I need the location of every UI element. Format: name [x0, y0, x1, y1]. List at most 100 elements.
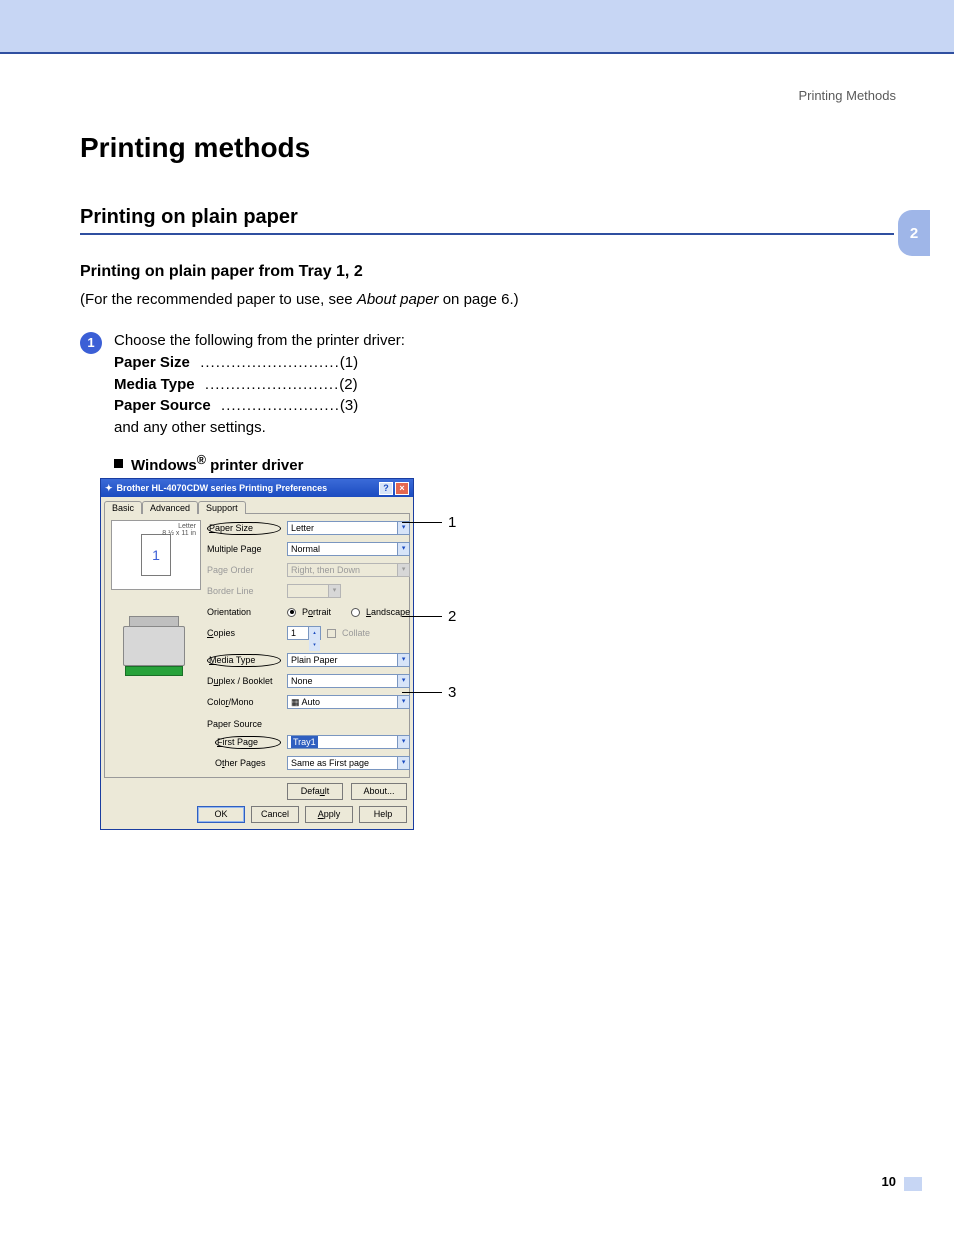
row-multiple-page: Multiple Page Normal ▾ — [207, 541, 410, 557]
border-line-select: ▾ — [287, 584, 341, 598]
titlebar: ✦ Brother HL-4070CDW series Printing Pre… — [101, 479, 413, 497]
ok-button[interactable]: OK — [197, 806, 245, 823]
row-page-order: Page Order Right, then Down ▾ — [207, 562, 410, 578]
first-page-select[interactable]: Tray1 ▾ — [287, 735, 410, 749]
copies-label: Copies — [207, 628, 281, 638]
leader-dots: ........................... — [190, 352, 340, 374]
dropdown-arrow-icon: ▾ — [397, 696, 409, 708]
setting-label: Paper Source — [114, 395, 211, 417]
cancel-button[interactable]: Cancel — [251, 806, 299, 823]
media-type-label: Media Type — [207, 654, 281, 667]
step-badge: 1 — [80, 332, 102, 354]
apply-button[interactable]: Apply — [305, 806, 353, 823]
portrait-radio[interactable] — [287, 608, 296, 617]
registered-mark: ® — [197, 453, 206, 467]
paper-size-select[interactable]: Letter ▾ — [287, 521, 410, 535]
collate-checkbox — [327, 629, 336, 638]
media-type-select[interactable]: Plain Paper ▾ — [287, 653, 410, 667]
subsection-heading: Printing on plain paper from Tray 1, 2 — [80, 263, 894, 281]
row-border-line: Border Line ▾ — [207, 583, 410, 599]
close-button[interactable]: × — [395, 482, 409, 495]
dropdown-arrow-icon: ▾ — [397, 736, 409, 748]
page-order-value: Right, then Down — [291, 565, 360, 575]
top-band — [0, 0, 954, 54]
intro-post: on page 6.) — [443, 291, 519, 308]
driver-heading-text: Windows® printer driver — [131, 453, 303, 474]
printing-preferences-dialog: ✦ Brother HL-4070CDW series Printing Pre… — [100, 478, 414, 830]
step-tail: and any other settings. — [114, 417, 405, 439]
row-duplex: Duplex / Booklet None ▾ — [207, 673, 410, 689]
sub-button-row: Default About... — [101, 778, 413, 800]
chapter-thumb-tab: 2 — [898, 210, 930, 256]
setting-num: (2) — [339, 374, 357, 396]
help-button[interactable]: ? — [379, 482, 393, 495]
row-media-type: Media Type Plain Paper ▾ — [207, 652, 410, 668]
help-button-bottom[interactable]: Help — [359, 806, 407, 823]
other-pages-select[interactable]: Same as First page ▾ — [287, 756, 410, 770]
other-pages-value: Same as First page — [291, 758, 369, 768]
callout-line-2 — [402, 616, 442, 617]
setting-line-1: Paper Size ........................... (… — [114, 352, 405, 374]
printer-illustration — [111, 608, 201, 678]
first-page-value: Tray1 — [291, 736, 318, 748]
page-title: Printing methods — [80, 132, 894, 164]
intro-ref: About paper — [357, 291, 439, 308]
step-body: Choose the following from the printer dr… — [114, 330, 405, 439]
row-other-pages: Other Pages Same as First page ▾ — [207, 755, 410, 771]
callout-num-3: 3 — [448, 684, 456, 701]
color-mono-select[interactable]: ▦ Auto ▾ — [287, 695, 410, 709]
header-section-title: Printing Methods — [798, 88, 896, 103]
color-mono-value: ▦ Auto — [291, 697, 320, 707]
chapter-number: 2 — [910, 225, 918, 242]
row-orientation: Orientation Portrait Landscape — [207, 604, 410, 620]
driver-heading: Windows® printer driver — [114, 453, 894, 474]
paper-size-value: Letter — [291, 523, 314, 533]
dropdown-arrow-icon: ▾ — [397, 757, 409, 769]
row-paper-size: Paper Size Letter ▾ — [207, 520, 410, 536]
default-button[interactable]: Default — [287, 783, 343, 800]
driver-head-pre: Windows — [131, 457, 197, 474]
leader-dots: .......................... — [195, 374, 340, 396]
preview-size: Letter — [162, 523, 196, 530]
page-order-select: Right, then Down ▾ — [287, 563, 410, 577]
setting-label: Media Type — [114, 374, 195, 396]
tab-basic[interactable]: Basic — [104, 501, 142, 514]
preview-page-icon: 1 — [141, 534, 171, 576]
leader-dots: ....................... — [211, 395, 340, 417]
landscape-radio[interactable] — [351, 608, 360, 617]
page-preview: Letter 8 ½ x 11 in 1 — [111, 520, 201, 590]
page-order-label: Page Order — [207, 565, 281, 575]
square-bullet-icon — [114, 459, 123, 468]
media-type-value: Plain Paper — [291, 655, 338, 665]
copies-spinner[interactable]: 1 ▴▾ — [287, 626, 321, 640]
about-button[interactable]: About... — [351, 783, 407, 800]
copies-value: 1 — [291, 628, 296, 638]
step-1: 1 Choose the following from the printer … — [80, 330, 894, 439]
duplex-label: Duplex / Booklet — [207, 676, 281, 686]
setting-num: (1) — [340, 352, 358, 374]
paper-source-group-label: Paper Source — [207, 719, 410, 729]
page-number-bar — [904, 1177, 922, 1191]
step-lead: Choose the following from the printer dr… — [114, 330, 405, 352]
callout-line-3 — [402, 692, 442, 693]
orientation-label: Orientation — [207, 607, 281, 617]
portrait-label: Portrait — [302, 607, 331, 617]
dropdown-arrow-icon: ▾ — [397, 675, 409, 687]
preview-dims: 8 ½ x 11 in — [162, 530, 196, 537]
tab-advanced[interactable]: Advanced — [142, 501, 198, 514]
dropdown-arrow-icon: ▾ — [397, 522, 409, 534]
tab-support[interactable]: Support — [198, 501, 246, 514]
dropdown-arrow-icon: ▾ — [328, 585, 340, 597]
callout-num-1: 1 — [448, 514, 456, 531]
driver-head-post: printer driver — [206, 457, 304, 474]
setting-num: (3) — [340, 395, 358, 417]
duplex-value: None — [291, 676, 313, 686]
intro-paragraph: (For the recommended paper to use, see A… — [80, 291, 894, 308]
multiple-page-label: Multiple Page — [207, 544, 281, 554]
section-heading: Printing on plain paper — [80, 206, 894, 235]
tab-row: Basic Advanced Support — [101, 497, 413, 513]
dialog-title: Brother HL-4070CDW series Printing Prefe… — [117, 483, 328, 493]
collate-label: Collate — [342, 628, 370, 638]
multiple-page-select[interactable]: Normal ▾ — [287, 542, 410, 556]
duplex-select[interactable]: None ▾ — [287, 674, 410, 688]
